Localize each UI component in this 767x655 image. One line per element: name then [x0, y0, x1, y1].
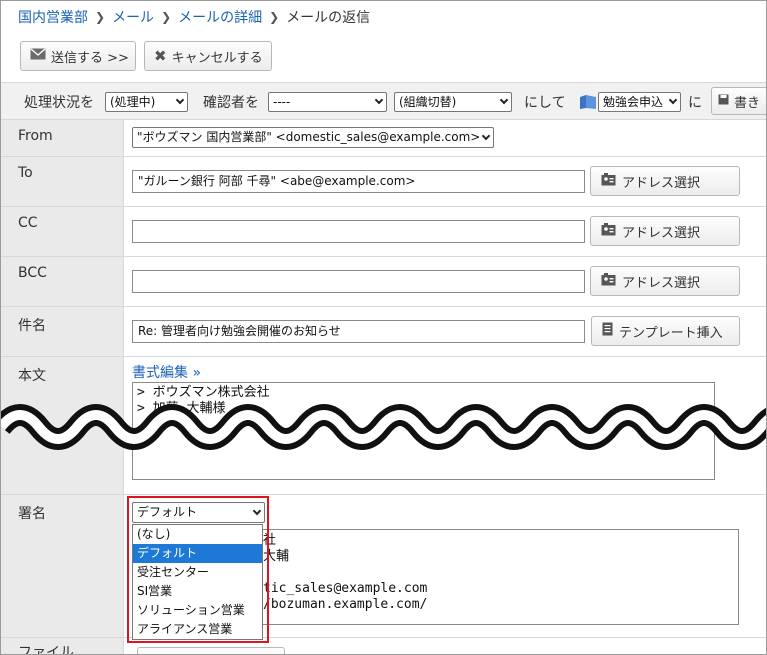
address-book-icon	[601, 272, 616, 290]
chevron-down-icon	[499, 95, 509, 105]
folder-icon	[579, 93, 597, 114]
from-label: From	[18, 128, 53, 144]
bcc-address-select-button[interactable]: アドレス選択	[590, 266, 740, 296]
template-insert-label: テンプレート挿入	[619, 325, 723, 341]
cc-row: CC アドレス選択	[1, 207, 766, 257]
chevron-down-icon	[374, 95, 384, 105]
breadcrumb-link-mail[interactable]: メール	[112, 7, 154, 27]
signature-option[interactable]: ソリューション営業	[133, 601, 262, 620]
cc-input[interactable]	[132, 220, 585, 243]
ni-label: に	[688, 95, 702, 111]
subject-label-cell: 件名	[1, 307, 124, 356]
chevron-down-icon	[668, 95, 678, 105]
breadcrumb: 国内営業部 ❯ メール ❯ メールの詳細 ❯ メールの返信	[18, 6, 370, 28]
bcc-label: BCC	[18, 265, 47, 281]
to-row: To "ガルーン銀行 阿部 千尋" <abe@example.com> アドレス…	[1, 157, 766, 207]
signature-text-line: 大輔	[263, 549, 290, 564]
signature-text-line: tic_sales@example.com	[263, 581, 428, 596]
cancel-button[interactable]: ✖ キャンセルする	[144, 41, 272, 71]
folder-select-value: 勉強会申込	[603, 95, 664, 109]
breadcrumb-link-department[interactable]: 国内営業部	[18, 7, 88, 27]
cc-address-select-button[interactable]: アドレス選択	[590, 216, 740, 246]
chevron-right-icon: ❯	[269, 10, 280, 24]
file-attach-button[interactable]	[137, 647, 285, 654]
organization-select[interactable]: (組織切替)	[394, 92, 512, 112]
cc-address-select-label: アドレス選択	[622, 225, 701, 241]
to-address-select-label: アドレス選択	[622, 175, 701, 191]
signature-dropdown-list: (なし) デフォルト 受注センター SI営業 ソリューション営業 アライアンス営…	[132, 524, 263, 640]
chevron-down-icon	[175, 95, 185, 105]
folder-select[interactable]: 勉強会申込	[598, 92, 681, 112]
signature-option[interactable]: (なし)	[133, 525, 262, 544]
bcc-input[interactable]	[132, 270, 585, 293]
file-label: ファイル	[18, 645, 74, 655]
organization-select-value: (組織切替)	[399, 95, 457, 109]
format-edit-link[interactable]: 書式編集 »	[132, 362, 201, 382]
status-label: 処理状況を	[24, 95, 94, 111]
bcc-label-cell: BCC	[1, 257, 124, 306]
confirmer-select[interactable]: ----	[268, 92, 387, 112]
save-icon	[718, 94, 729, 109]
then-label: にして	[524, 95, 566, 111]
confirmer-select-value: ----	[273, 95, 291, 109]
signature-text-line: /bozuman.example.com/	[263, 597, 428, 612]
chevron-right-icon: ❯	[95, 10, 106, 24]
mail-reply-screen: 国内営業部 ❯ メール ❯ メールの詳細 ❯ メールの返信 送信する >> ✖ …	[0, 0, 767, 655]
from-select[interactable]: "ボウズマン 国内営業部" <domestic_sales@example.co…	[132, 127, 494, 148]
bcc-row: BCC アドレス選択	[1, 257, 766, 307]
bcc-address-select-label: アドレス選択	[622, 275, 701, 291]
signature-option[interactable]: アライアンス営業	[133, 620, 262, 639]
cc-label: CC	[18, 215, 38, 231]
document-icon	[602, 322, 613, 340]
subject-input[interactable]: Re: 管理者向け勉強会開催のお知らせ	[132, 320, 585, 343]
signature-label-cell: 署名	[1, 495, 124, 637]
template-insert-button[interactable]: テンプレート挿入	[591, 316, 740, 346]
signature-row: 署名 デフォルト 社大輔 tic_sales@example.com/bozum…	[1, 495, 766, 638]
page-title: メールの返信	[286, 10, 371, 26]
file-row: ファイル	[1, 638, 766, 655]
body-label: 本文	[18, 368, 46, 384]
close-icon: ✖	[154, 47, 167, 65]
status-select[interactable]: (処理中)	[105, 92, 188, 112]
from-label-cell: From	[1, 120, 124, 156]
signature-option[interactable]: SI営業	[133, 582, 262, 601]
signature-text-line	[263, 565, 734, 581]
draft-button-label: 書き	[734, 95, 761, 111]
chevron-down-icon	[481, 131, 491, 141]
signature-select[interactable]: デフォルト	[132, 502, 265, 523]
send-button-label: 送信する >>	[51, 50, 129, 66]
to-label-cell: To	[1, 157, 124, 206]
signature-option-selected[interactable]: デフォルト	[133, 544, 262, 563]
address-book-icon	[601, 222, 616, 240]
to-label: To	[18, 165, 33, 181]
draft-button[interactable]: 書き	[711, 87, 766, 115]
from-row: From "ボウズマン 国内営業部" <domestic_sales@examp…	[1, 120, 766, 157]
chevron-right-icon: ❯	[161, 10, 172, 24]
signature-text-line: 社	[263, 533, 277, 548]
subject-label: 件名	[18, 318, 46, 334]
to-address-select-button[interactable]: アドレス選択	[590, 166, 740, 196]
from-select-value: "ボウズマン 国内営業部" <domestic_sales@example.co…	[137, 130, 481, 144]
signature-option[interactable]: 受注センター	[133, 563, 262, 582]
wavy-cut-mark	[1, 404, 766, 450]
subject-row: 件名 Re: 管理者向け勉強会開催のお知らせ テンプレート挿入	[1, 307, 766, 357]
status-select-value: (処理中)	[110, 95, 156, 109]
cc-label-cell: CC	[1, 207, 124, 256]
breadcrumb-link-mail-detail[interactable]: メールの詳細	[178, 7, 262, 27]
envelope-icon	[30, 48, 46, 64]
send-button[interactable]: 送信する >>	[20, 41, 136, 71]
to-input[interactable]: "ガルーン銀行 阿部 千尋" <abe@example.com>	[132, 170, 585, 193]
chevron-down-icon	[252, 506, 262, 516]
status-toolbar: 処理状況を (処理中) 確認者を ---- (組織切替) にして 勉強会申込 に…	[1, 82, 766, 120]
file-label-cell: ファイル	[1, 638, 124, 655]
cancel-button-label: キャンセルする	[171, 50, 263, 66]
confirmer-label: 確認者を	[203, 95, 259, 111]
address-book-icon	[601, 172, 616, 190]
signature-label: 署名	[18, 506, 46, 522]
signature-select-value: デフォルト	[137, 505, 198, 519]
